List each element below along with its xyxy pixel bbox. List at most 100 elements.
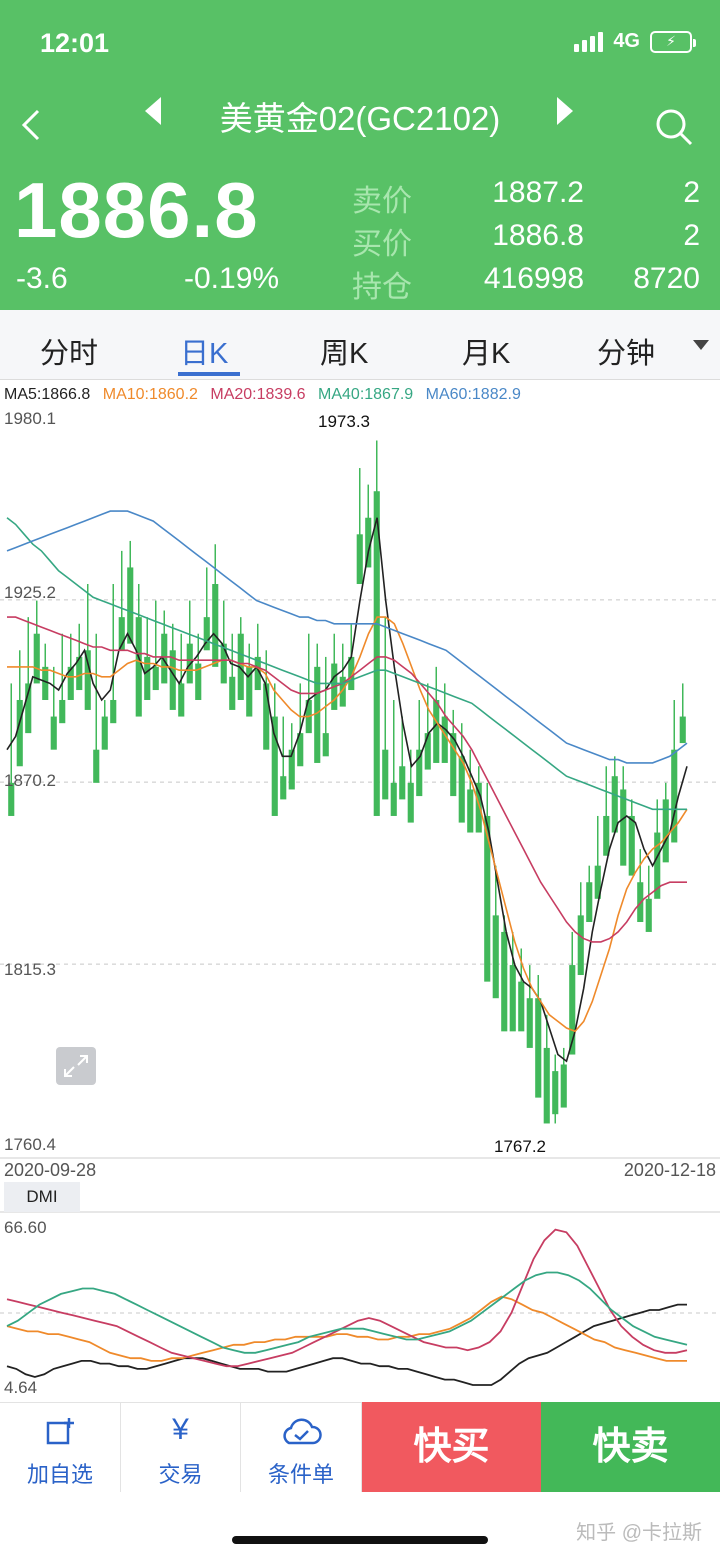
candle-body bbox=[280, 776, 287, 800]
candle-body bbox=[407, 782, 414, 823]
candle-body bbox=[424, 733, 431, 770]
candle-body bbox=[467, 789, 474, 833]
quick-buy-button[interactable]: 快买 bbox=[362, 1402, 541, 1492]
bid-volume: 2 bbox=[683, 219, 700, 252]
high-annotation: 1973.3 bbox=[318, 412, 370, 431]
dmi-y-tick-label: 4.64 bbox=[4, 1378, 38, 1397]
candle-body bbox=[586, 882, 593, 922]
ma5-label: MA5:1866.8 bbox=[4, 386, 91, 403]
chevron-down-icon[interactable] bbox=[693, 340, 709, 350]
ma-line-ma5 bbox=[6, 517, 688, 1063]
candle-body bbox=[314, 666, 321, 763]
candle-body bbox=[220, 643, 227, 684]
ma40-label: MA40:1867.9 bbox=[318, 386, 414, 403]
candle-body bbox=[382, 749, 389, 800]
candle-body bbox=[560, 1064, 567, 1108]
candle-body bbox=[59, 699, 66, 724]
candle-body bbox=[492, 915, 499, 999]
add-watchlist-icon bbox=[46, 1418, 74, 1445]
next-contract-icon[interactable] bbox=[557, 97, 573, 125]
candle-body bbox=[322, 733, 329, 757]
quote-header: 12:01 4G ⚡ 美黄金02(GC2102) 1886.8 -3.6 -0.… bbox=[0, 0, 720, 310]
candle-body bbox=[620, 789, 627, 866]
price-change: -3.6 bbox=[16, 262, 68, 295]
period-tabs: 分时 日K 周K 月K 分钟 bbox=[0, 310, 720, 380]
prev-contract-icon[interactable] bbox=[145, 97, 161, 125]
bid-price: 1886.8 bbox=[492, 219, 584, 252]
home-indicator[interactable] bbox=[232, 1536, 488, 1544]
candle-body bbox=[518, 981, 525, 1032]
watermark: 知乎 @卡拉斯 bbox=[576, 1522, 702, 1544]
quick-sell-button[interactable]: 快卖 bbox=[541, 1402, 720, 1492]
candle-body bbox=[679, 716, 686, 744]
candle-body bbox=[433, 699, 440, 763]
dmi-y-tick-label: 66.60 bbox=[4, 1218, 47, 1237]
candle-body bbox=[399, 766, 406, 800]
candle-body bbox=[526, 998, 533, 1048]
x-end-label: 2020-12-18 bbox=[623, 1160, 716, 1180]
add-watchlist-button[interactable]: 加自选 bbox=[0, 1402, 121, 1492]
back-icon[interactable] bbox=[12, 105, 52, 145]
cloud-icon bbox=[283, 1418, 322, 1445]
yen-icon: ¥ bbox=[172, 1413, 189, 1446]
candle-body bbox=[577, 915, 584, 976]
last-price: 1886.8 bbox=[14, 166, 259, 254]
open-interest: 416998 bbox=[483, 262, 584, 295]
y-tick-label: 1980.1 bbox=[4, 409, 56, 428]
dmi-line-0 bbox=[6, 1303, 687, 1386]
candle-body bbox=[33, 633, 40, 684]
ma20-label: MA20:1839.6 bbox=[210, 386, 306, 403]
trade-button[interactable]: ¥ 交易 bbox=[121, 1402, 241, 1492]
open-interest-change: 8720 bbox=[633, 262, 700, 295]
page-title: 美黄金02(GC2102) bbox=[219, 100, 501, 137]
oi-label: 持仓 bbox=[352, 271, 412, 304]
expand-icon[interactable] bbox=[56, 1047, 96, 1085]
candle-body bbox=[127, 567, 134, 644]
network-label: 4G bbox=[613, 30, 640, 52]
low-annotation: 1767.2 bbox=[494, 1137, 546, 1156]
candle-body bbox=[42, 666, 49, 700]
status-time: 12:01 bbox=[40, 28, 110, 58]
candle-body bbox=[110, 699, 117, 724]
y-tick-label: 1925.2 bbox=[4, 583, 56, 602]
tab-intraday[interactable]: 分时 bbox=[40, 330, 98, 372]
trade-label: 交易 bbox=[158, 1462, 203, 1487]
x-start-label: 2020-09-28 bbox=[4, 1160, 97, 1180]
ma60-label: MA60:1882.9 bbox=[425, 386, 521, 403]
dmi-indicator-tab[interactable]: DMI bbox=[4, 1182, 80, 1212]
kline-chart[interactable] bbox=[0, 380, 720, 1402]
candle-body bbox=[645, 898, 652, 932]
bottom-action-bar: 加自选 ¥ 交易 条件单 快买 快卖 bbox=[0, 1402, 720, 1492]
ma-line-ma20 bbox=[7, 616, 687, 943]
candle-body bbox=[390, 782, 397, 816]
tab-minute[interactable]: 分钟 bbox=[597, 330, 655, 372]
candle-body bbox=[509, 965, 516, 1032]
conditional-order-button[interactable]: 条件单 bbox=[241, 1402, 362, 1492]
candle-body bbox=[628, 815, 635, 876]
candle-body bbox=[271, 716, 278, 816]
bid-label: 买价 bbox=[352, 228, 412, 261]
dmi-line-2 bbox=[6, 1228, 688, 1368]
ma-line-ma60 bbox=[6, 510, 688, 764]
candle-body bbox=[135, 617, 142, 717]
ask-price: 1887.2 bbox=[492, 176, 584, 209]
candle-body bbox=[152, 666, 159, 691]
candle-body bbox=[552, 1071, 559, 1115]
price-change-pct: -0.19% bbox=[184, 262, 280, 295]
status-icons: 4G ⚡ bbox=[574, 30, 696, 53]
candle-body bbox=[441, 716, 448, 763]
add-watchlist-label: 加自选 bbox=[26, 1462, 93, 1487]
candle-body bbox=[50, 716, 57, 750]
search-icon[interactable] bbox=[654, 107, 694, 147]
ask-volume: 2 bbox=[683, 176, 700, 209]
candle-body bbox=[84, 650, 91, 710]
tab-weekly[interactable]: 周K bbox=[320, 330, 368, 372]
candle-body bbox=[356, 534, 363, 585]
ma-legend: MA5:1866.8 MA10:1860.2 MA20:1839.6 MA40:… bbox=[4, 386, 529, 404]
y-tick-label: 1760.4 bbox=[4, 1135, 56, 1154]
tab-monthly[interactable]: 月K bbox=[462, 330, 510, 372]
candle-body bbox=[178, 683, 185, 717]
tab-daily[interactable]: 日K bbox=[180, 330, 228, 372]
candle-body bbox=[603, 815, 610, 856]
ma10-label: MA10:1860.2 bbox=[102, 386, 198, 403]
